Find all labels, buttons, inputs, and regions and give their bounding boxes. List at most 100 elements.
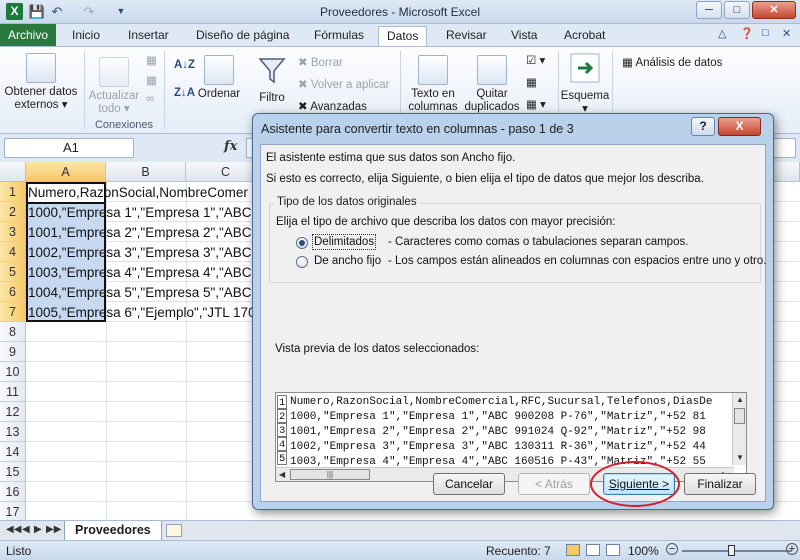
cell-a5[interactable]: 1003,"Empresa 4","Empresa 4","ABC	[28, 263, 252, 283]
tab-formulas[interactable]: Fórmulas	[306, 26, 372, 46]
row-header[interactable]: 15	[0, 462, 26, 482]
analisis-datos-label: Análisis de datos	[635, 57, 723, 69]
radio-ancho-fijo[interactable]	[296, 256, 308, 268]
zoom-slider[interactable]	[682, 550, 792, 552]
volver-aplicar-button[interactable]: ✖ Volver a aplicar	[298, 77, 389, 91]
esquema-button[interactable]: Esquema ▾	[560, 53, 610, 116]
row-header[interactable]: 7	[0, 302, 26, 322]
connections-icon[interactable]: ▦	[146, 53, 157, 67]
row-header[interactable]: 16	[0, 482, 26, 502]
select-all-corner[interactable]	[0, 162, 26, 182]
consolidate-icon[interactable]: ▦	[526, 75, 537, 89]
next-sheet-icon[interactable]: ▶	[34, 524, 42, 535]
analisis-datos-button[interactable]: ▦ Análisis de datos	[622, 55, 722, 69]
row-header[interactable]: 8	[0, 322, 26, 342]
radio-delimitados[interactable]	[296, 237, 308, 249]
what-if-icon[interactable]: ▦ ▾	[526, 97, 546, 111]
row-header[interactable]: 6	[0, 282, 26, 302]
row-header[interactable]: 10	[0, 362, 26, 382]
tab-diseno-pagina[interactable]: Diseño de página	[188, 26, 297, 46]
texto-en-columnas-button[interactable]: Texto en columnas	[404, 55, 462, 114]
row-header[interactable]: 12	[0, 402, 26, 422]
zoom-level[interactable]: 100%	[628, 544, 659, 558]
sort-az-icon[interactable]: A↓Z	[174, 59, 195, 71]
row-header[interactable]: 13	[0, 422, 26, 442]
cell-a7[interactable]: 1005,"Empresa 6","Ejemplo","JTL 170	[28, 303, 256, 323]
preview-line: 1002,"Empresa 3","Empresa 3","ABC 130311…	[290, 441, 706, 453]
first-sheet-icon[interactable]: ◀◀	[6, 524, 21, 535]
row-header[interactable]: 17	[0, 502, 26, 520]
preview-vertical-scrollbar[interactable]: ▲ ▼	[732, 393, 746, 465]
insert-sheet-icon[interactable]	[166, 524, 182, 537]
zoom-out-icon[interactable]: −	[666, 543, 678, 555]
zoom-in-icon[interactable]: +	[786, 543, 798, 555]
normal-view-icon[interactable]	[566, 544, 580, 556]
scroll-up-icon[interactable]: ▲	[736, 395, 744, 404]
tab-archivo[interactable]: Archivo	[0, 24, 56, 46]
minimize-icon[interactable]: ─	[696, 1, 722, 19]
row-header[interactable]: 14	[0, 442, 26, 462]
borrar-button[interactable]: ✖ Borrar	[298, 55, 343, 69]
row-header[interactable]: 11	[0, 382, 26, 402]
close-workbook-icon[interactable]: ✕	[782, 27, 791, 40]
close-icon[interactable]: X	[718, 117, 761, 136]
delimitados-label[interactable]: Delimitados	[311, 234, 377, 250]
esquema-label: Esquema	[560, 90, 610, 102]
tab-acrobat[interactable]: Acrobat	[556, 26, 613, 46]
help-icon[interactable]: ?	[691, 117, 715, 136]
last-sheet-icon[interactable]: ▶▶	[46, 524, 61, 535]
tab-inicio[interactable]: Inicio	[64, 26, 108, 46]
scroll-left-icon[interactable]: ◀	[279, 470, 285, 479]
row-header[interactable]: 5	[0, 262, 26, 282]
cell-a4[interactable]: 1002,"Empresa 3","Empresa 3","ABC	[28, 243, 252, 263]
back-button[interactable]: < Atrás	[518, 473, 590, 495]
tab-datos[interactable]: Datos	[378, 26, 428, 46]
column-header-a[interactable]: A	[26, 162, 106, 182]
prev-sheet-icon[interactable]: ◀	[22, 524, 30, 535]
maximize-icon[interactable]: □	[724, 1, 750, 19]
name-box[interactable]: A1	[4, 138, 134, 158]
column-header-b[interactable]: B	[106, 162, 186, 182]
page-layout-view-icon[interactable]	[586, 544, 600, 556]
actualizar-todo-button[interactable]: Actualizar todo ▾	[86, 57, 142, 116]
obtener-datos-externos-button[interactable]: Obtener datos externos ▾	[2, 53, 80, 112]
tab-vista[interactable]: Vista	[503, 26, 545, 46]
scroll-down-icon[interactable]: ▼	[736, 453, 744, 462]
filtro-button[interactable]: Filtro	[252, 55, 292, 105]
page-break-view-icon[interactable]	[606, 544, 620, 556]
row-header[interactable]: 4	[0, 242, 26, 262]
cell-a6[interactable]: 1004,"Empresa 5","Empresa 5","ABC	[28, 283, 252, 303]
restore-workbook-icon[interactable]: □	[762, 27, 769, 39]
sheet-tab-proveedores[interactable]: Proveedores	[64, 521, 162, 541]
row-header[interactable]: 2	[0, 202, 26, 222]
cell-a2[interactable]: 1000,"Empresa 1","Empresa 1","ABC	[28, 203, 252, 223]
ancho-fijo-label[interactable]: De ancho fijo	[314, 255, 381, 267]
tab-revisar[interactable]: Revisar	[438, 26, 495, 46]
data-preview[interactable]: 1 2 3 4 5 Numero,RazonSocial,NombreComer…	[275, 392, 747, 482]
row-header[interactable]: 1	[0, 182, 26, 202]
row-header[interactable]: 9	[0, 342, 26, 362]
preview-row-number: 4	[277, 437, 287, 451]
ordenar-button[interactable]: Ordenar	[196, 55, 242, 101]
cell-a3[interactable]: 1001,"Empresa 2","Empresa 2","ABC	[28, 223, 252, 243]
ribbon-minimize-icon[interactable]: △	[718, 27, 726, 40]
close-icon[interactable]: ✕	[752, 1, 796, 19]
scroll-thumb[interactable]: |||	[290, 469, 370, 480]
avanzadas-button[interactable]: ✖ Avanzadas	[298, 99, 367, 113]
preview-row-number: 2	[277, 409, 287, 423]
tab-insertar[interactable]: Insertar	[120, 26, 177, 46]
properties-icon[interactable]: ▦	[146, 73, 157, 87]
row-header[interactable]: 3	[0, 222, 26, 242]
edit-links-icon[interactable]: ∞	[146, 93, 154, 105]
cell-a1[interactable]: Numero,RazonSocial,NombreComer	[28, 183, 248, 203]
avanzadas-label: Avanzadas	[310, 101, 367, 113]
zoom-slider-handle[interactable]	[728, 545, 735, 556]
quitar-duplicados-button[interactable]: Quitar duplicados	[462, 55, 522, 114]
scroll-thumb[interactable]	[734, 408, 745, 424]
data-validation-icon[interactable]: ☑ ▾	[526, 53, 545, 67]
insert-function-icon[interactable]: fx	[224, 139, 237, 154]
help-icon[interactable]: ❓	[740, 27, 754, 40]
cancel-button[interactable]: Cancelar	[433, 473, 505, 495]
sort-za-icon[interactable]: Z↓A	[174, 87, 195, 99]
finish-button[interactable]: Finalizar	[684, 473, 756, 495]
